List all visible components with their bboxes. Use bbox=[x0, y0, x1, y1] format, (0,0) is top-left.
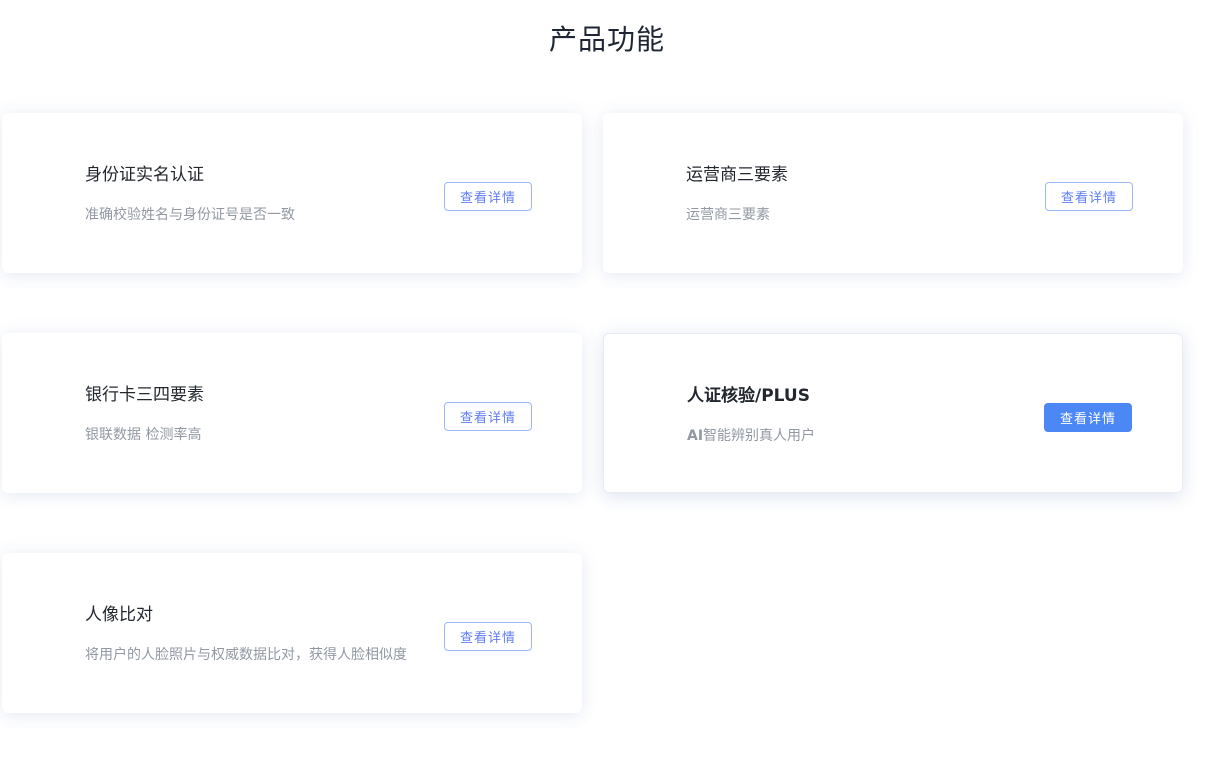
card-subtitle: 银联数据 检测率高 bbox=[85, 421, 430, 449]
card-title: 身份证实名认证 bbox=[85, 163, 430, 187]
card-subtitle: 运营商三要素 bbox=[686, 201, 1031, 229]
view-details-button[interactable]: 查看详情 bbox=[444, 402, 532, 431]
card-title: 人证核验/PLUS bbox=[687, 384, 1032, 408]
card-id-verification[interactable]: 身份证实名认证 准确校验姓名与身份证号是否一致 查看详情 bbox=[2, 113, 582, 273]
card-subtitle-rest: 智能辨别真人用户 bbox=[703, 428, 815, 444]
page-title: 产品功能 bbox=[0, 22, 1214, 58]
card-subtitle-prefix: AI bbox=[687, 428, 703, 444]
card-text-block: 银行卡三四要素 银联数据 检测率高 bbox=[85, 383, 430, 449]
card-subtitle: AI智能辨别真人用户 bbox=[687, 422, 1032, 450]
view-details-button[interactable]: 查看详情 bbox=[444, 622, 532, 651]
card-subtitle: 将用户的人脸照片与权威数据比对，获得人脸相似度 bbox=[85, 641, 430, 669]
card-text-block: 身份证实名认证 准确校验姓名与身份证号是否一致 bbox=[85, 163, 430, 229]
card-title: 人像比对 bbox=[85, 603, 430, 627]
view-details-button[interactable]: 查看详情 bbox=[1044, 403, 1132, 432]
feature-cards-grid: 身份证实名认证 准确校验姓名与身份证号是否一致 查看详情 运营商三要素 运营商三… bbox=[2, 113, 1183, 713]
card-operator-three-elements[interactable]: 运营商三要素 运营商三要素 查看详情 bbox=[603, 113, 1183, 273]
card-text-block: 人证核验/PLUS AI智能辨别真人用户 bbox=[687, 384, 1032, 450]
card-face-comparison[interactable]: 人像比对 将用户的人脸照片与权威数据比对，获得人脸相似度 查看详情 bbox=[2, 553, 582, 713]
card-text-block: 运营商三要素 运营商三要素 bbox=[686, 163, 1031, 229]
card-text-block: 人像比对 将用户的人脸照片与权威数据比对，获得人脸相似度 bbox=[85, 603, 430, 669]
card-title: 银行卡三四要素 bbox=[85, 383, 430, 407]
card-bank-card-elements[interactable]: 银行卡三四要素 银联数据 检测率高 查看详情 bbox=[2, 333, 582, 493]
card-subtitle: 准确校验姓名与身份证号是否一致 bbox=[85, 201, 430, 229]
card-person-verification-plus[interactable]: 人证核验/PLUS AI智能辨别真人用户 查看详情 bbox=[603, 333, 1183, 493]
view-details-button[interactable]: 查看详情 bbox=[1045, 182, 1133, 211]
card-title: 运营商三要素 bbox=[686, 163, 1031, 187]
view-details-button[interactable]: 查看详情 bbox=[444, 182, 532, 211]
